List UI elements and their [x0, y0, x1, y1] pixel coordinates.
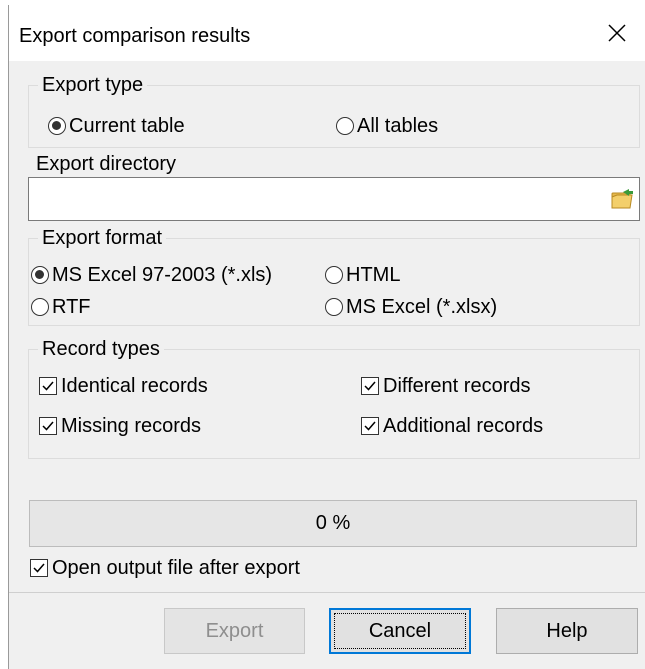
radio-indicator: [31, 298, 49, 316]
check-missing-records[interactable]: Missing records: [39, 414, 201, 438]
help-button[interactable]: Help: [496, 608, 638, 654]
radio-format-xls[interactable]: MS Excel 97-2003 (*.xls): [31, 263, 272, 287]
radio-indicator: [325, 266, 343, 284]
export-dialog: Export comparison results Export type Cu…: [8, 5, 645, 669]
check-open-output-file[interactable]: Open output file after export: [30, 556, 300, 580]
check-additional-records[interactable]: Additional records: [361, 414, 543, 438]
title-bar: Export comparison results: [9, 5, 645, 61]
checkbox-indicator: [39, 417, 57, 435]
radio-format-xlsx[interactable]: MS Excel (*.xlsx): [325, 295, 497, 319]
checkbox-indicator: [30, 559, 48, 577]
radio-all-tables[interactable]: All tables: [336, 114, 438, 138]
radio-indicator: [31, 266, 49, 284]
record-types-legend: Record types: [38, 337, 164, 361]
export-format-group: Export format MS Excel 97-2003 (*.xls) H…: [28, 226, 640, 326]
export-format-legend: Export format: [38, 226, 167, 250]
focus-rectangle: [334, 613, 466, 649]
radio-format-rtf-label: RTF: [52, 296, 91, 318]
checkmark-icon: [364, 421, 376, 431]
help-button-label: Help: [546, 619, 588, 642]
export-directory-field[interactable]: [28, 177, 640, 221]
checkmark-icon: [33, 563, 45, 573]
radio-current-table-label: Current table: [69, 115, 185, 137]
checkmark-icon: [364, 381, 376, 391]
close-icon: [608, 24, 626, 42]
radio-all-tables-label: All tables: [357, 115, 439, 137]
dialog-title: Export comparison results: [19, 25, 251, 47]
radio-format-html-label: HTML: [346, 264, 401, 286]
record-types-group: Record types Identical records Different…: [28, 337, 640, 459]
check-different-records-label: Different records: [383, 375, 531, 397]
radio-current-table[interactable]: Current table: [48, 114, 185, 138]
check-identical-records-label: Identical records: [61, 375, 208, 397]
radio-format-xlsx-label: MS Excel (*.xlsx): [346, 296, 498, 318]
export-directory-label: Export directory: [36, 153, 177, 175]
radio-indicator: [336, 117, 354, 135]
export-button-label: Export: [205, 619, 264, 642]
checkmark-icon: [42, 421, 54, 431]
check-identical-records[interactable]: Identical records: [39, 374, 208, 398]
export-progress-bar: 0 %: [29, 500, 637, 547]
close-button[interactable]: [588, 5, 645, 61]
export-type-legend: Export type: [38, 73, 148, 97]
browse-folder-button[interactable]: [609, 186, 635, 212]
footer-separator: [9, 592, 645, 593]
check-additional-records-label: Additional records: [383, 415, 544, 437]
check-different-records[interactable]: Different records: [361, 374, 530, 398]
radio-format-html[interactable]: HTML: [325, 263, 400, 287]
radio-indicator: [48, 117, 66, 135]
cancel-button[interactable]: Cancel: [329, 608, 471, 654]
check-missing-records-label: Missing records: [61, 415, 202, 437]
progress-text: 0 %: [315, 512, 351, 534]
export-button[interactable]: Export: [164, 608, 305, 654]
export-type-group: Export type Current table All tables: [28, 73, 640, 148]
radio-indicator: [325, 298, 343, 316]
checkbox-indicator: [361, 377, 379, 395]
radio-format-xls-label: MS Excel 97-2003 (*.xls): [52, 264, 273, 286]
radio-format-rtf[interactable]: RTF: [31, 295, 91, 319]
checkmark-icon: [42, 381, 54, 391]
checkbox-indicator: [361, 417, 379, 435]
open-folder-icon: [611, 189, 633, 209]
check-open-output-file-label: Open output file after export: [52, 557, 300, 579]
export-directory-input[interactable]: [33, 186, 597, 214]
checkbox-indicator: [39, 377, 57, 395]
